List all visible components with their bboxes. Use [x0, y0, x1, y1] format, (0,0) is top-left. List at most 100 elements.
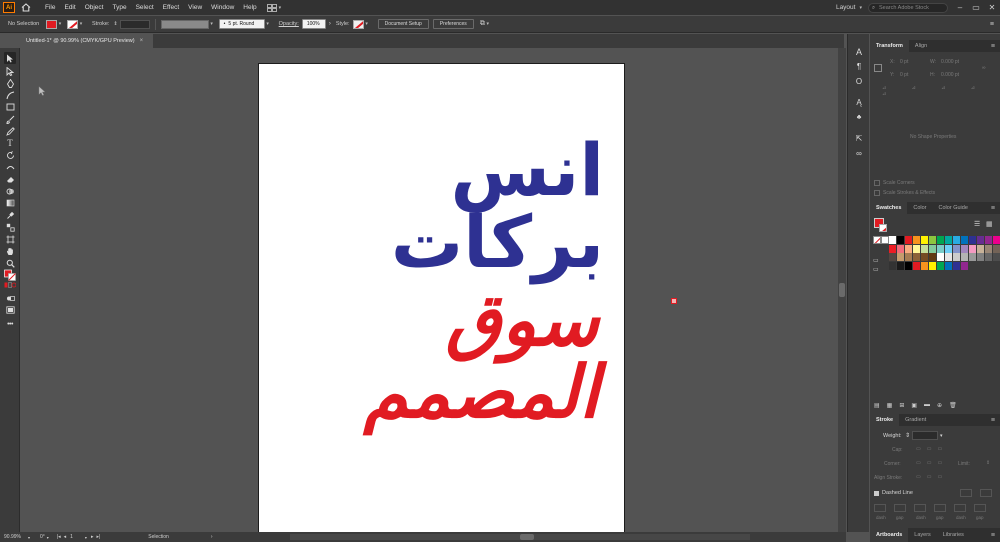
tab-color[interactable]: Color [907, 202, 932, 214]
color-swatch[interactable] [920, 244, 929, 253]
curvature-tool-icon[interactable] [4, 89, 16, 101]
constrain-proportions-icon[interactable]: ∞ [982, 65, 986, 71]
rectangle-tool-icon[interactable] [4, 101, 16, 113]
more-tools-icon[interactable]: ••• [4, 318, 16, 330]
type-tool-icon[interactable]: T [4, 137, 16, 149]
rotation-value[interactable]: 0° [40, 534, 45, 540]
tab-color-guide[interactable]: Color Guide [933, 202, 974, 214]
canvas-area[interactable]: انس بركات سوق المصمم [21, 48, 838, 538]
x-value[interactable]: 0 pt [900, 59, 908, 65]
export-panel-icon[interactable]: ⇱ [853, 133, 865, 144]
color-swatch[interactable] [928, 236, 937, 244]
dashed-line-checkbox[interactable] [874, 491, 879, 496]
screen-mode-icon[interactable] [4, 304, 16, 316]
menu-object[interactable]: Object [85, 4, 104, 11]
swatch-group-folder-icon[interactable]: ▭ [873, 266, 879, 273]
workspace-switcher[interactable]: Layout [836, 4, 856, 11]
color-swatch[interactable] [912, 236, 921, 244]
new-swatch-icon[interactable]: ⊕ [937, 402, 942, 409]
tab-layers[interactable]: Layers [908, 528, 937, 542]
limit-stepper-icon[interactable]: ⇕ [986, 460, 990, 466]
minimize-button[interactable]: – [952, 0, 968, 15]
first-artboard-icon[interactable]: |◂ [57, 534, 61, 540]
eraser-tool-icon[interactable] [4, 173, 16, 185]
stroke-color-swatch[interactable] [67, 19, 78, 29]
color-group-icon[interactable]: ▣ [911, 402, 917, 409]
chevron-down-icon[interactable]: ▾ [78, 21, 84, 27]
color-swatch[interactable] [976, 253, 985, 262]
menu-help[interactable]: Help [243, 4, 256, 11]
color-swatch[interactable] [896, 253, 905, 262]
color-swatch[interactable] [984, 244, 993, 253]
fill-stroke-widget[interactable] [4, 268, 16, 282]
variable-width-profile[interactable] [160, 19, 209, 29]
color-swatch[interactable] [944, 253, 953, 262]
next-artboard-icon[interactable]: ▸ [91, 534, 94, 540]
transform-angle-row[interactable]: ⊿ ⊿ ⊿ ⊿ ⊿ [882, 85, 1000, 97]
tab-transform[interactable]: Transform [870, 40, 909, 52]
document-tab[interactable]: Untitled-1* @ 90.99% (CMYK/GPU Preview) … [20, 34, 153, 48]
artboard-text-line2[interactable]: سوق المصمم [259, 284, 599, 428]
width-tool-icon[interactable] [4, 161, 16, 173]
anchor-point-marker[interactable] [671, 298, 677, 304]
horizontal-scroll-thumb[interactable] [520, 534, 534, 540]
color-swatch[interactable] [992, 244, 1000, 253]
selection-tool-icon[interactable] [4, 52, 16, 64]
menu-type[interactable]: Type [112, 4, 126, 11]
paintbrush-tool-icon[interactable] [4, 113, 16, 125]
chevron-down-icon[interactable]: ▾ [940, 433, 943, 439]
tab-gradient[interactable]: Gradient [899, 414, 932, 426]
links-panel-icon[interactable]: ∞ [853, 148, 865, 159]
opacity-label[interactable]: Opacity: [279, 21, 299, 27]
current-stroke-swatch[interactable] [879, 224, 887, 232]
menu-edit[interactable]: Edit [64, 4, 75, 11]
hand-tool-icon[interactable] [4, 245, 16, 257]
artboard-text-line1[interactable]: انس بركات [259, 134, 604, 278]
color-swatch[interactable] [984, 253, 993, 262]
color-swatch[interactable] [912, 261, 921, 270]
color-swatch[interactable] [992, 253, 1000, 262]
color-mode-icons[interactable] [4, 281, 16, 289]
show-kinds-icon[interactable]: ▦ [887, 402, 893, 409]
tab-swatches[interactable]: Swatches [870, 202, 908, 214]
fill-color-swatch[interactable] [46, 19, 57, 29]
menu-select[interactable]: Select [136, 4, 154, 11]
color-swatch[interactable] [968, 244, 977, 253]
panel-menu-icon[interactable]: ≡ [991, 205, 995, 212]
direct-selection-tool-icon[interactable] [4, 65, 16, 77]
chevron-right-icon[interactable]: › [329, 21, 331, 27]
tab-align[interactable]: Align [909, 40, 933, 52]
graphic-style-swatch[interactable] [352, 19, 364, 29]
color-swatch[interactable] [960, 244, 969, 253]
artboard-tool-icon[interactable] [4, 233, 16, 245]
dash-field[interactable] [874, 504, 886, 512]
artboard-number[interactable]: 1 [70, 534, 73, 540]
y-value[interactable]: 0 pt [900, 72, 908, 78]
home-icon[interactable] [19, 2, 33, 14]
none-swatch[interactable] [873, 236, 881, 244]
opacity-field[interactable]: 100% [301, 19, 326, 29]
blend-tool-icon[interactable] [4, 221, 16, 233]
color-swatch[interactable] [936, 261, 945, 270]
chevron-down-icon[interactable]: ▾ [209, 21, 215, 27]
new-color-group-icon[interactable]: ▬ [924, 402, 930, 409]
color-swatch[interactable] [896, 244, 905, 253]
color-swatch[interactable] [920, 253, 929, 262]
color-swatch[interactable] [896, 261, 905, 270]
stroke-weight-input[interactable] [912, 431, 938, 440]
color-swatch[interactable] [944, 244, 953, 253]
previous-artboard-icon[interactable]: ◂ [64, 534, 67, 540]
color-swatch[interactable] [944, 236, 953, 244]
shape-builder-tool-icon[interactable] [4, 185, 16, 197]
gap-field[interactable] [974, 504, 986, 512]
tab-artboards[interactable]: Artboards [870, 528, 909, 542]
panel-menu-icon[interactable]: ≡ [991, 417, 995, 424]
chevron-down-icon[interactable]: ▾ [85, 535, 87, 540]
menu-file[interactable]: File [45, 4, 55, 11]
stroke-weight-field[interactable] [119, 19, 150, 29]
color-swatch[interactable] [960, 261, 969, 270]
chevron-down-icon[interactable]: ▾ [57, 21, 63, 27]
color-swatch[interactable] [968, 253, 977, 262]
color-swatch[interactable] [889, 261, 897, 270]
color-swatch[interactable] [976, 244, 985, 253]
